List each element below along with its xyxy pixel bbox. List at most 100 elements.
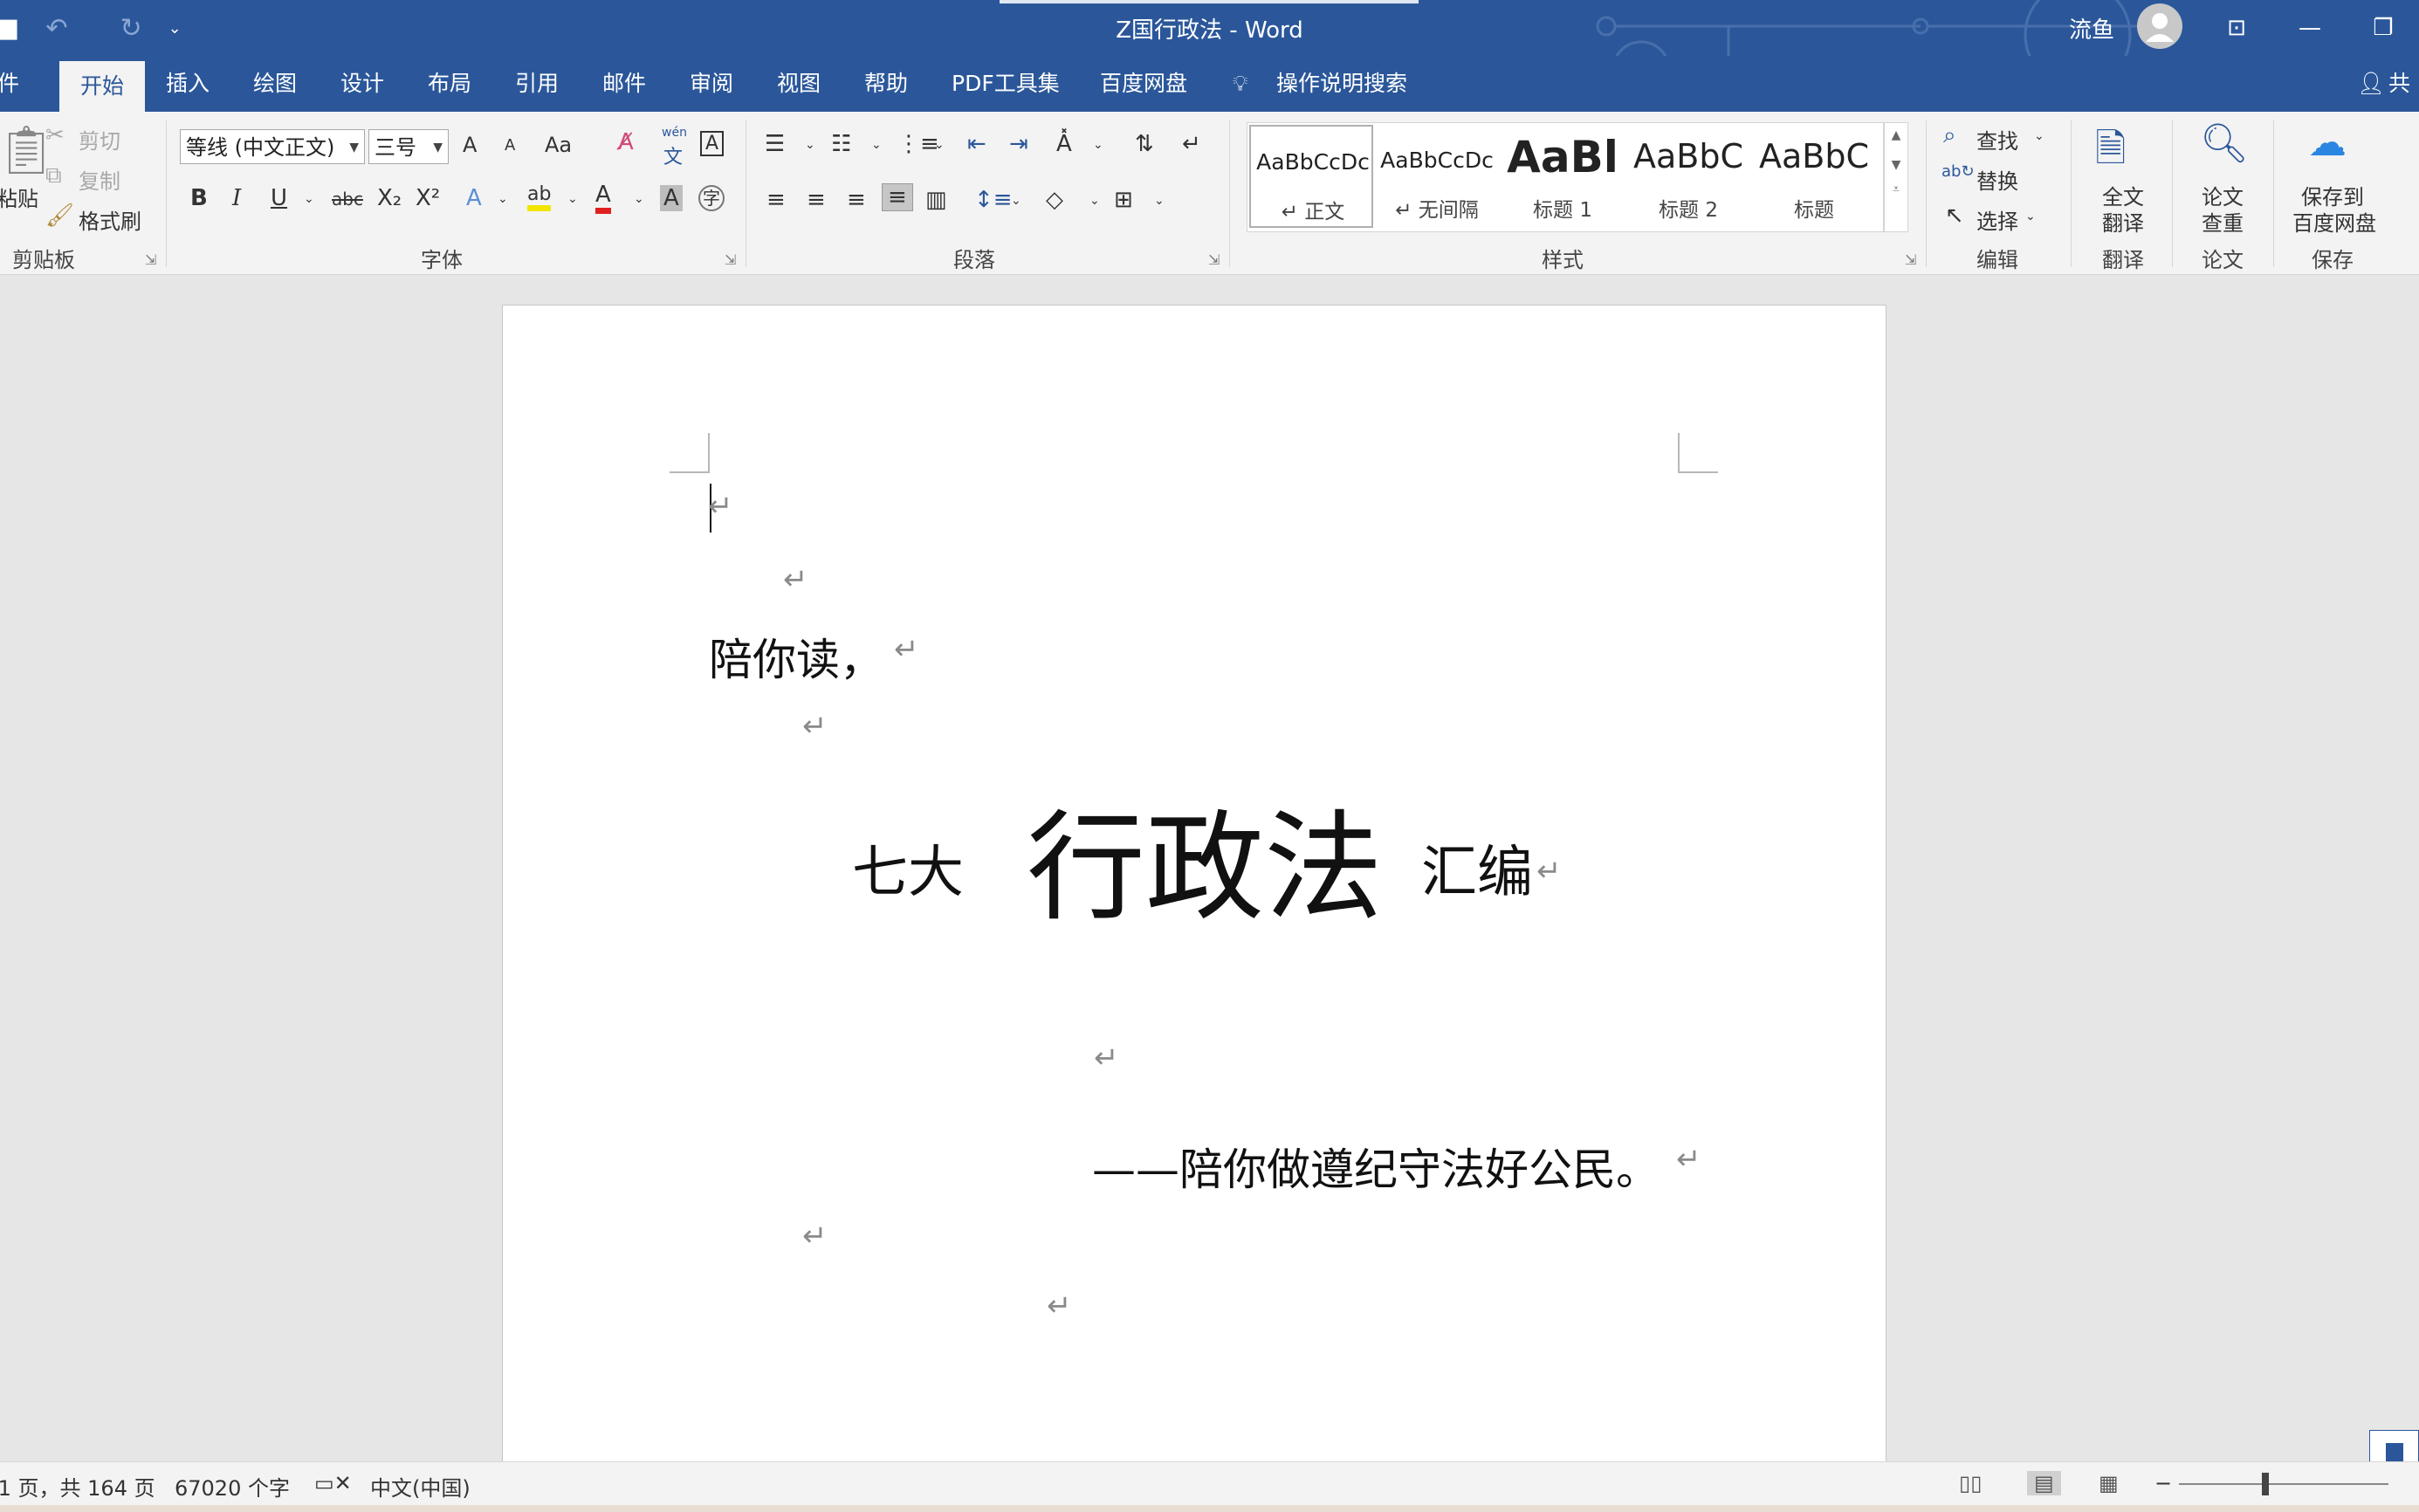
styles-launcher-icon[interactable]: ⇲ [1905, 251, 1916, 268]
find-dropdown-icon[interactable]: ⌄ [2034, 129, 2044, 143]
doc-line-intro[interactable]: 陪你读， [709, 625, 883, 688]
highlight-dropdown-icon[interactable]: ⌄ [567, 192, 578, 206]
bullets-dropdown-icon[interactable]: ⌄ [805, 138, 815, 152]
scroll-down-icon[interactable]: ▼ [1885, 158, 1907, 172]
proofing-icon[interactable]: ▭✕ [314, 1471, 352, 1495]
shading-dropdown-icon[interactable]: ⌄ [1089, 194, 1100, 208]
font-color-button[interactable]: A [595, 182, 611, 214]
styles-scroll[interactable]: ▲ ▼ ⩡ [1884, 122, 1908, 232]
text-effects-button[interactable]: A [466, 185, 482, 211]
restore-icon[interactable]: ❐ [2347, 0, 2419, 56]
superscript-button[interactable]: X² [416, 185, 440, 211]
cut-icon[interactable]: ✂ [45, 122, 65, 148]
paste-button[interactable]: 粘贴 [0, 182, 38, 212]
paragraph-launcher-icon[interactable]: ⇲ [1208, 251, 1220, 268]
replace-button[interactable]: 替换 [1976, 164, 2018, 195]
tab-file[interactable]: 文件 [0, 56, 19, 112]
line-spacing-icon[interactable]: ↕≡ [974, 187, 1013, 213]
zoom-slider-track[interactable] [2179, 1483, 2388, 1485]
ribbon-display-icon[interactable]: ⊡ [2200, 0, 2273, 56]
align-left-icon[interactable]: ≡ [766, 187, 786, 213]
chinese-layout-icon[interactable]: A̽ [1056, 131, 1072, 157]
translate-icon[interactable]: 🗎︎ [2095, 120, 2126, 186]
tab-insert[interactable]: 插入 [166, 56, 210, 112]
scroll-up-icon[interactable]: ▲ [1885, 128, 1907, 142]
user-name[interactable]: 流鱼 [2069, 12, 2114, 45]
line-spacing-dropdown-icon[interactable]: ⌄ [1011, 194, 1021, 208]
tab-mailings[interactable]: 邮件 [602, 56, 646, 112]
align-center-icon[interactable]: ≡ [807, 187, 826, 213]
plagiarism-check-icon[interactable]: 🔍︎ [2200, 120, 2249, 166]
style-no-spacing[interactable]: AaBbCcDc ↵ 无间隔 [1375, 125, 1499, 228]
phonetic-guide-button[interactable]: 文 [663, 141, 683, 169]
doc-title-prefix[interactable]: 七大 [852, 828, 964, 908]
enclose-characters-button[interactable]: 字 [698, 185, 725, 211]
tab-layout[interactable]: 布局 [428, 56, 471, 112]
tab-view[interactable]: 视图 [777, 56, 821, 112]
underline-dropdown-icon[interactable]: ⌄ [304, 192, 314, 206]
format-painter-icon[interactable]: 🖌︎ [45, 203, 74, 229]
doc-title-suffix[interactable]: 汇编 [1421, 828, 1533, 908]
doc-title-main[interactable]: 行政法 [1027, 772, 1383, 944]
style-normal[interactable]: AaBbCcDc ↵ 正文 [1249, 125, 1373, 228]
strikethrough-button[interactable]: abc [332, 189, 363, 210]
shrink-font-button[interactable]: A [505, 136, 515, 155]
text-effects-dropdown-icon[interactable]: ⌄ [498, 192, 508, 206]
bullets-icon[interactable]: ☰ [765, 131, 785, 157]
italic-button[interactable]: I [232, 185, 241, 211]
tell-me-search[interactable]: 操作说明搜索 [1276, 56, 1407, 112]
highlight-button[interactable]: ab [527, 183, 552, 211]
web-layout-icon[interactable]: ▦ [2099, 1471, 2119, 1495]
zoom-slider-thumb[interactable] [2262, 1473, 2269, 1495]
user-avatar[interactable] [2137, 3, 2182, 49]
shading-icon[interactable]: ◇ [1046, 187, 1063, 213]
font-color-dropdown-icon[interactable]: ⌄ [634, 192, 644, 206]
page-count[interactable]: 第 1 页，共 164 页 [0, 1471, 155, 1502]
justify-icon[interactable]: ≡ [882, 183, 913, 211]
style-heading-1[interactable]: AaBl 标题 1 [1501, 125, 1625, 228]
style-heading-2[interactable]: AaBbC 标题 2 [1626, 125, 1750, 228]
replace-icon[interactable]: ab↻ [1941, 162, 1975, 181]
language-indicator[interactable]: 中文(中国) [370, 1471, 471, 1502]
font-size-combo[interactable]: 三号 ▼ [368, 129, 449, 164]
select-icon[interactable]: ↖ [1945, 203, 1964, 229]
numbering-icon[interactable]: ☷ [831, 131, 851, 157]
paper-check-line2[interactable]: 查重 [2202, 206, 2244, 237]
find-button[interactable]: 查找 [1976, 124, 2018, 155]
cut-button[interactable]: 剪切 [79, 124, 120, 155]
select-button[interactable]: 选择 [1976, 204, 2018, 235]
document-page[interactable]: ↵ ↵ 陪你读， ↵ ↵ 七大 行政法 汇编 ↵ ↵ ——陪你做遵纪守法好公民。… [502, 305, 1886, 1512]
share-button[interactable]: 共享 [2388, 56, 2419, 152]
borders-icon[interactable]: ⊞ [1114, 187, 1133, 213]
tab-home[interactable]: 开始 [59, 61, 146, 112]
chinese-layout-dropdown-icon[interactable]: ⌄ [1093, 138, 1103, 152]
select-dropdown-icon[interactable]: ⌄ [2025, 210, 2036, 223]
bold-button[interactable]: B [190, 185, 208, 211]
increase-indent-icon[interactable]: ⇥ [1009, 131, 1028, 157]
grow-font-button[interactable]: A [463, 133, 477, 157]
tab-design[interactable]: 设计 [340, 56, 384, 112]
subscript-button[interactable]: X₂ [377, 185, 402, 211]
print-layout-icon[interactable]: ▤ [2027, 1471, 2061, 1495]
copy-button[interactable]: 复制 [79, 164, 120, 195]
tab-review[interactable]: 审阅 [690, 56, 733, 112]
distributed-icon[interactable]: ▥ [925, 187, 947, 213]
change-case-button[interactable]: Aa [545, 133, 572, 157]
underline-button[interactable]: U [271, 185, 287, 211]
word-count[interactable]: 67020 个字 [175, 1471, 290, 1502]
clipboard-launcher-icon[interactable]: ⇲ [145, 251, 156, 268]
borders-dropdown-icon[interactable]: ⌄ [1154, 194, 1165, 208]
font-name-combo[interactable]: 等线 (中文正文) ▼ [180, 129, 365, 164]
tab-references[interactable]: 引用 [515, 56, 559, 112]
read-mode-icon[interactable]: ▯▯ [1959, 1471, 1982, 1495]
decrease-indent-icon[interactable]: ⇤ [967, 131, 986, 157]
show-marks-icon[interactable]: ↵ [1182, 131, 1201, 157]
align-right-icon[interactable]: ≡ [847, 187, 866, 213]
tab-baidu-pan[interactable]: 百度网盘 [1100, 56, 1187, 112]
save-to-pan-line2[interactable]: 百度网盘 [2292, 206, 2376, 237]
numbering-dropdown-icon[interactable]: ⌄ [871, 138, 882, 152]
clear-format-icon[interactable]: A̸ [618, 129, 634, 155]
tab-pdf-tools[interactable]: PDF工具集 [952, 56, 1060, 112]
doc-tagline[interactable]: ——陪你做遵纪守法好公民。 [1092, 1135, 1660, 1198]
multilevel-list-icon[interactable]: ⋮≡ [897, 131, 939, 157]
